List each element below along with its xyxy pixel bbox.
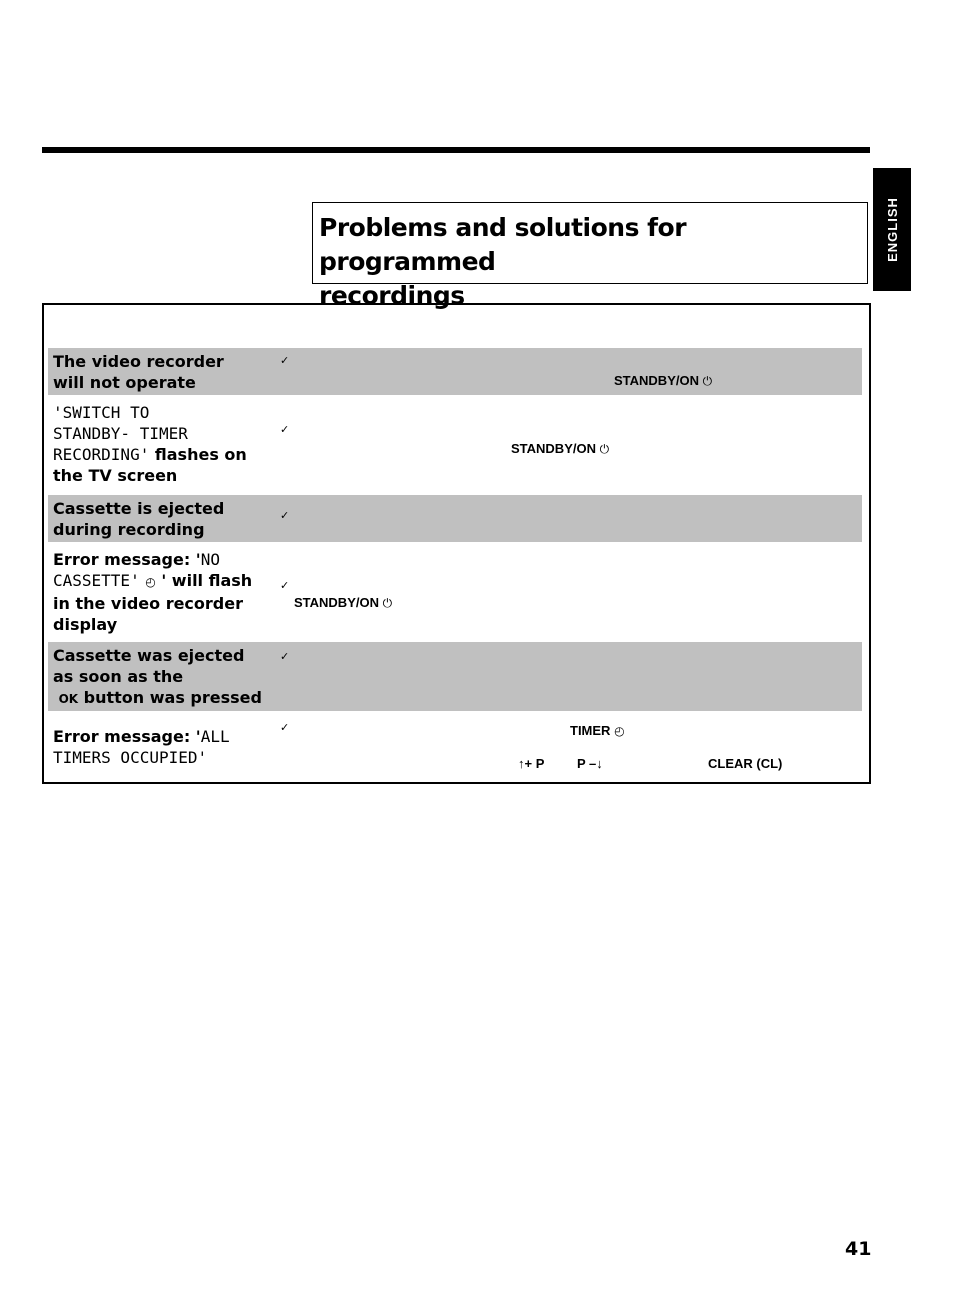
clear-key: CLEAR (CL) (708, 756, 783, 771)
problem-text: Cassette is ejected during recording (53, 499, 225, 539)
page-number: 41 (845, 1238, 872, 1260)
power-icon: ⏻ (702, 374, 713, 388)
table-row: 'SWITCH TO STANDBY- TIMER RECORDING' fla… (48, 399, 862, 493)
power-icon: ⏻ (382, 596, 393, 610)
table-row: Error message: 'ALL TIMERS OCCUPIED' ✓ T… (48, 711, 862, 781)
power-icon: ⏻ (599, 442, 610, 456)
problem-text: 'SWITCH TO STANDBY- TIMER RECORDING' fla… (53, 403, 247, 485)
troubleshooting-table: The video recorder will not operate ✓ ST… (42, 303, 871, 784)
language-tab-label: ENGLISH (884, 197, 900, 262)
page-title-line-1: Problems and solutions for programmed (319, 213, 687, 276)
standby-on-key: STANDBY/ON ⏻ (294, 595, 393, 610)
table-row: The video recorder will not operate ✓ ST… (48, 348, 862, 395)
ok-button-label: OK (58, 692, 79, 706)
program-down-key: P –↓ (577, 756, 603, 771)
language-tab: ENGLISH (873, 168, 911, 291)
table-row: Cassette is ejected during recording ✓ (48, 495, 862, 542)
program-up-key: ↑+ P (518, 756, 545, 771)
check-icon: ✓ (280, 721, 290, 734)
problem-text: Error message: 'ALL TIMERS OCCUPIED' (53, 727, 230, 767)
check-icon: ✓ (280, 423, 290, 436)
page-title: Problems and solutions for programmed re… (319, 211, 861, 313)
standby-on-key: STANDBY/ON ⏻ (614, 373, 713, 388)
table-row: Cassette was ejected as soon as the OK b… (48, 642, 862, 711)
table-row: Error message: 'NO CASSETTE' ◴ ' will fl… (48, 546, 862, 642)
timer-icon: ◴ (145, 575, 156, 589)
check-icon: ✓ (280, 650, 290, 663)
section-title-box: Problems and solutions for programmed re… (312, 202, 868, 310)
problem-text: Cassette was ejected as soon as the OK b… (53, 646, 262, 707)
standby-on-key: STANDBY/ON ⏻ (511, 441, 610, 456)
check-icon: ✓ (280, 354, 290, 367)
check-icon: ✓ (280, 509, 290, 522)
check-icon: ✓ (280, 579, 290, 592)
timer-icon: ◴ (614, 724, 625, 738)
problem-text: The video recorder will not operate (53, 352, 224, 392)
timer-key: TIMER ◴ (570, 723, 625, 738)
problem-text: Error message: 'NO CASSETTE' ◴ ' will fl… (53, 550, 253, 634)
top-rule (42, 147, 870, 153)
